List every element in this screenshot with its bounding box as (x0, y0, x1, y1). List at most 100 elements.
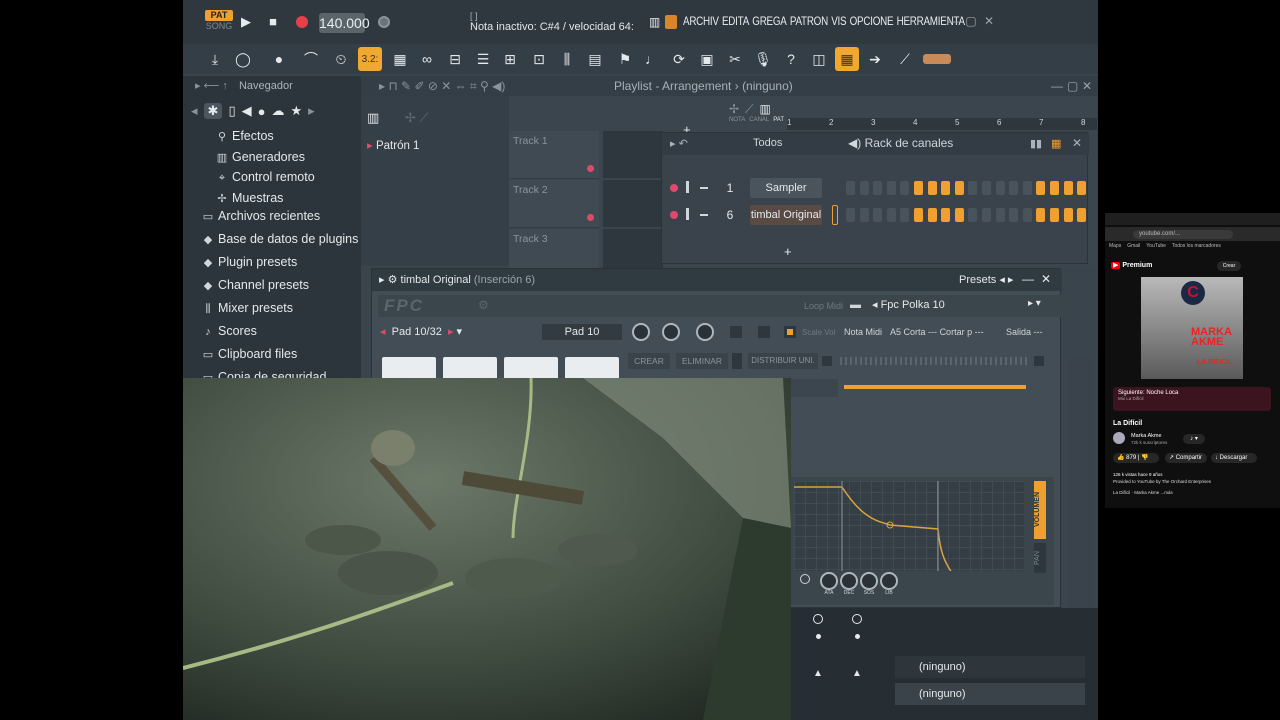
channel-row[interactable]: 6 timbal Original (662, 204, 1089, 226)
pad-nav[interactable]: ◂ Pad 10/32 ▸ ▾ (380, 325, 470, 338)
bookmark-item[interactable]: Gmail (1127, 243, 1140, 251)
step-button[interactable] (1022, 208, 1032, 222)
toolbar-tools-icon[interactable]: ▸ ⊓ ✎ ✐ ⊘ ✕ ⇔ ⌗ ⚲ ◀) (379, 79, 505, 94)
step-button[interactable] (1050, 181, 1059, 195)
fx-slot-2[interactable]: (ninguno) (895, 683, 1085, 705)
mic-icon[interactable]: ✂ (723, 47, 747, 71)
create-layer-button[interactable]: CREAR (628, 353, 670, 369)
layer-spin[interactable] (732, 353, 742, 369)
pen-icon[interactable]: ⟋ (893, 47, 917, 71)
step-button[interactable] (1077, 208, 1087, 222)
close-icon[interactable]: ✕ (982, 14, 996, 28)
channel-row[interactable]: 1 Sampler (662, 177, 1089, 199)
playlist-close-icon[interactable]: ✕ (1082, 79, 1092, 93)
pad-knob-1[interactable] (632, 323, 650, 341)
step-button[interactable] (1077, 181, 1087, 195)
wave-icon[interactable]: ⌒ (299, 47, 323, 71)
envelope-knob-ata[interactable]: ATA (820, 572, 838, 602)
channel-pan-knob[interactable] (686, 181, 689, 193)
track-lane[interactable] (603, 180, 663, 228)
browser-item-base-de-datos-de-plugins[interactable]: ◆ Base de datos de plugins (183, 229, 361, 250)
step-button[interactable] (1036, 208, 1046, 222)
graph-icon[interactable]: ▮▮ (1030, 137, 1042, 150)
fx-slot-1[interactable]: (ninguno) (895, 656, 1085, 678)
tempo-display[interactable]: 140.000 (319, 13, 370, 33)
mixer-pan-knob[interactable] (852, 614, 862, 624)
channel-mute-icon[interactable] (670, 211, 678, 219)
step-button[interactable] (859, 208, 869, 222)
album-cover[interactable]: C MARKA AKME LA DIFICIL (1141, 277, 1243, 379)
browser-item-channel-presets[interactable]: ◆ Channel presets (183, 275, 361, 296)
envelope-knob-sos[interactable]: SOS (860, 572, 878, 602)
pad-name-field[interactable]: Pad 10 (542, 324, 622, 340)
minimize-icon[interactable]: — (946, 14, 960, 28)
step-button[interactable] (995, 181, 1005, 195)
bookmark-item[interactable]: YouTube (1146, 243, 1166, 251)
step-button[interactable] (1009, 208, 1019, 222)
piano-roll-icon[interactable]: ⊞ (498, 47, 522, 71)
playlist-maximize-icon[interactable]: ▢ (1067, 79, 1078, 93)
steps-icon[interactable]: ▦ (1051, 137, 1061, 150)
mixer-route-arrow-icon[interactable]: ▲ (852, 668, 862, 679)
browser-icon[interactable]: ▤ (583, 47, 607, 71)
pat-toggle[interactable]: PAT (205, 10, 233, 21)
record-icon[interactable] (296, 16, 308, 28)
folder-icon[interactable]: ▬ (850, 299, 861, 311)
envelope-graph[interactable] (794, 481, 1024, 571)
star-tab-icon[interactable]: ★ (290, 103, 302, 119)
channel-name[interactable]: Marka Akme (1131, 433, 1162, 439)
timeline-ruler[interactable]: 123456789101112 (787, 118, 1097, 130)
step-button[interactable] (1050, 208, 1059, 222)
window-icon[interactable]: ◫ (807, 47, 831, 71)
kit-selector[interactable]: ◂ Fpc Polka 10 (872, 298, 1042, 314)
mute-toggle[interactable] (730, 326, 742, 338)
song-toggle[interactable]: SONG (205, 21, 233, 32)
tempo-sync-icon[interactable] (800, 574, 810, 584)
create-button[interactable]: Crear (1217, 261, 1241, 271)
browser-item-generadores[interactable]: ▥ Generadores (183, 147, 361, 168)
browser-item-clipboard-files[interactable]: ▭ Clipboard files (183, 344, 361, 365)
step-button[interactable] (1009, 181, 1019, 195)
channel-mute-icon[interactable] (670, 184, 678, 192)
mixer-pan-knob[interactable] (813, 614, 823, 624)
speaker-tab-icon[interactable]: ◀ (242, 103, 252, 119)
step-button[interactable] (941, 208, 951, 222)
step-button[interactable] (968, 181, 978, 195)
bookmark-item[interactable]: Maps (1109, 243, 1121, 251)
plugin-close-icon[interactable]: ✕ (1041, 272, 1051, 286)
step-button[interactable] (982, 208, 991, 222)
menu-item-1[interactable]: EDITA (722, 14, 749, 32)
step-button[interactable] (1063, 181, 1073, 195)
arrow-icon[interactable]: ▸ ⟵ ↑ (195, 80, 228, 92)
chevron-right-icon[interactable]: ▸ (308, 103, 315, 119)
fpc-settings-icon[interactable]: ⚙ (478, 298, 489, 312)
knob-dial[interactable] (880, 572, 898, 590)
step-button[interactable] (846, 208, 855, 222)
add-channel-button[interactable]: + (784, 245, 796, 259)
track-lane[interactable] (603, 131, 663, 179)
chevron-left-icon[interactable]: ◂ (191, 103, 198, 119)
chat-icon[interactable]: 🎙 (751, 47, 775, 71)
channel-pan-knob[interactable] (686, 208, 689, 220)
step-button[interactable] (859, 181, 869, 195)
browser-item-scores[interactable]: ♪ Scores (183, 321, 361, 342)
pan-tab[interactable]: PAN (1034, 543, 1046, 573)
knob-dial[interactable] (860, 572, 878, 590)
wait-icon[interactable]: ⏲ (329, 47, 353, 71)
arrow-icon[interactable]: ➔ (863, 47, 887, 71)
share-button[interactable]: ↗ Compartir (1165, 453, 1207, 463)
channel-vol-knob[interactable] (700, 187, 708, 189)
track-header[interactable]: Track 1 (509, 131, 599, 179)
step-button[interactable] (1036, 181, 1046, 195)
up-next-card[interactable]: Siguiente: Noche Loca Mix La Difícil (1113, 387, 1271, 411)
bell-icon[interactable]: ♪ ▾ (1183, 434, 1205, 444)
step-button[interactable] (1022, 181, 1032, 195)
step-button[interactable] (900, 181, 910, 195)
maximize-icon[interactable]: ▢ (964, 14, 978, 28)
browser-item-efectos[interactable]: ⚲ Efectos (183, 126, 361, 147)
step-button[interactable] (873, 181, 883, 195)
distribute-button[interactable]: DISTRIBUIR UNI. (748, 353, 818, 369)
playlist-icon[interactable]: ☰ (471, 47, 495, 71)
menu-item-2[interactable]: GREGA (752, 14, 787, 32)
envelope-knob-lib[interactable]: LIB (880, 572, 898, 602)
